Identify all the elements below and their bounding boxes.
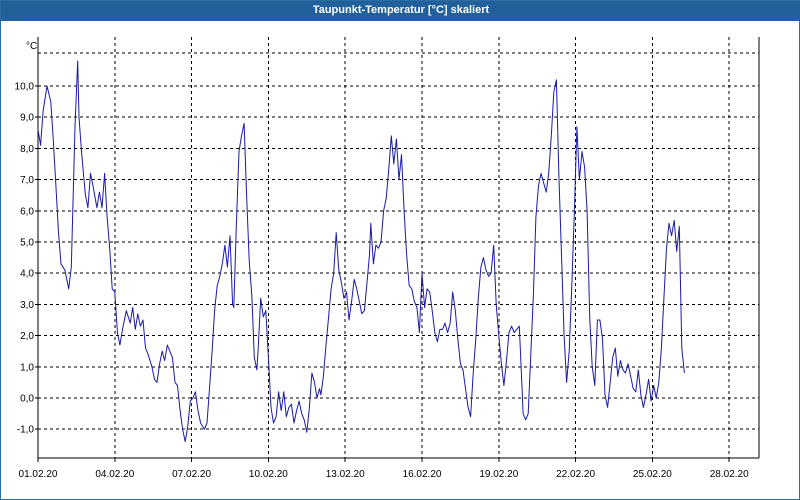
y-tick-label: 6,0 [20, 206, 34, 217]
y-tick-label: 0,0 [20, 394, 34, 405]
y-tick-label: 1,0 [20, 362, 34, 373]
x-tick-label: 13.02.20 [326, 469, 365, 480]
y-tick-label: 10,0 [15, 82, 35, 93]
x-tick-label: 01.02.20 [19, 469, 58, 480]
y-tick-label: 8,0 [20, 144, 34, 155]
x-tick-label: 25.02.20 [633, 469, 672, 480]
dewpoint-chart: -1,0 0,0 1,0 2,0 3,0 4,0 5,0 6,0 7,0 8,0 9,0 10,0 01… [15, 37, 760, 481]
x-tick-label: 28.02.20 [710, 469, 749, 480]
y-tick-label: 7,0 [20, 175, 34, 186]
tick-labels: -1,0 0,0 1,0 2,0 3,0 4,0 5,0 6,0 7,0 8,0 9,0 10,0 01… [15, 82, 750, 481]
series [37, 60, 685, 443]
y-tick-label: 5,0 [20, 238, 34, 249]
x-tick-label: 22.02.20 [556, 469, 595, 480]
x-tick-label: 19.02.20 [479, 469, 518, 480]
y-tick-label: 3,0 [20, 300, 34, 311]
x-tick-label: 07.02.20 [172, 469, 211, 480]
y-tick-label: 9,0 [20, 113, 34, 124]
x-tick-label: 16.02.20 [403, 469, 442, 480]
y-axis-unit-label: °C [26, 41, 37, 52]
y-tick-label: -1,0 [17, 425, 35, 436]
y-tick-label: 2,0 [20, 331, 34, 342]
x-tick-label: 04.02.20 [95, 469, 134, 480]
series-line [37, 60, 685, 443]
x-tick-label: 10.02.20 [249, 469, 288, 480]
y-tick-label: 4,0 [20, 269, 34, 280]
